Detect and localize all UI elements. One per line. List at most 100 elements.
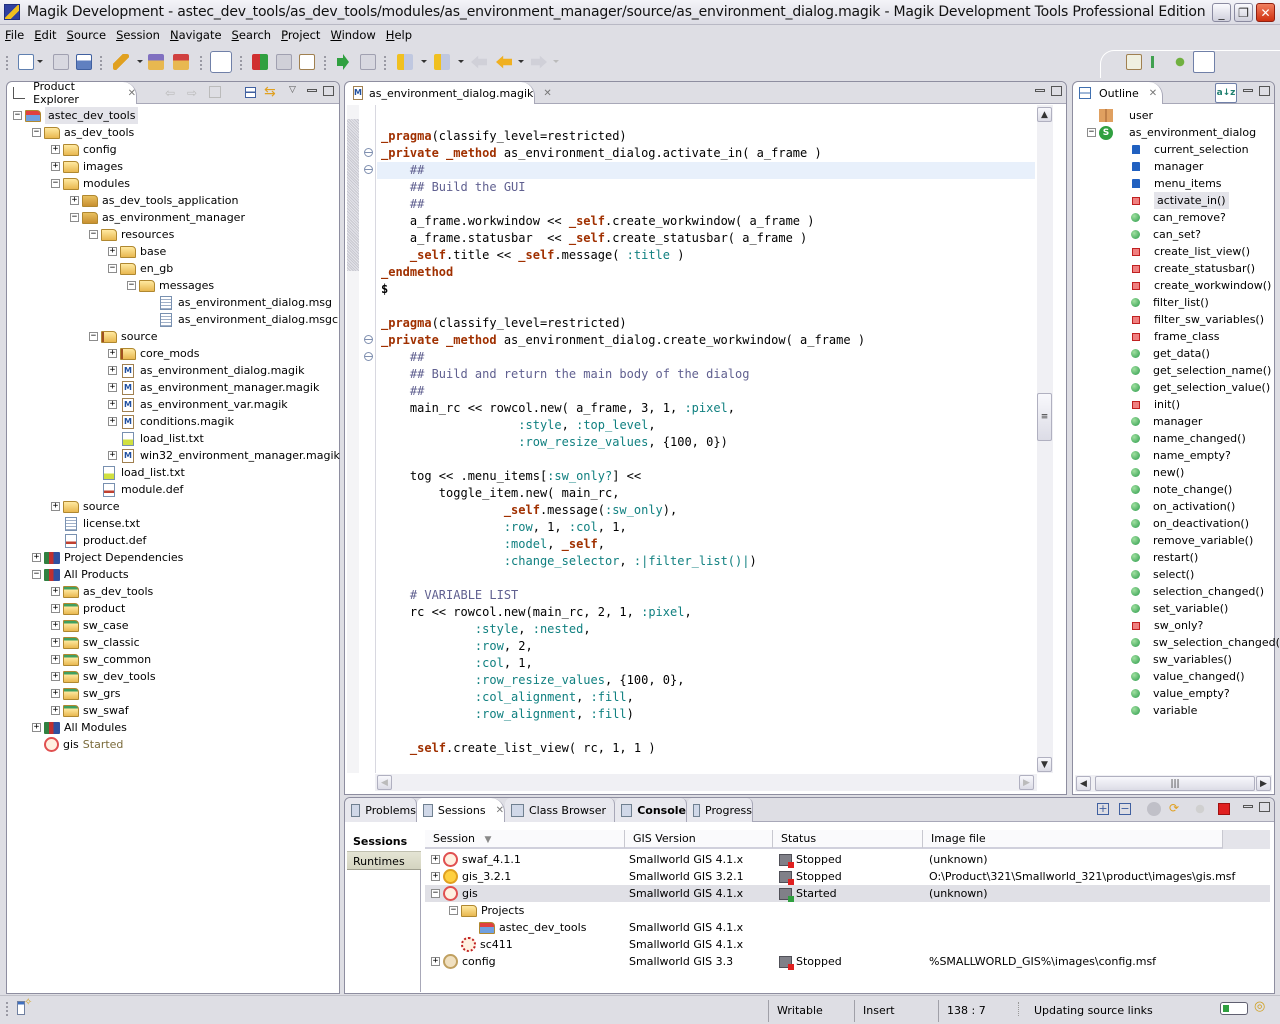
expand-icon[interactable]: + bbox=[108, 366, 117, 375]
expand-icon[interactable]: + bbox=[70, 196, 79, 205]
column-header-gis-version[interactable]: GIS Version bbox=[625, 830, 773, 848]
open-element-dropdown-icon[interactable] bbox=[137, 60, 143, 63]
tree-item[interactable]: as_environment_dialog.msg bbox=[146, 294, 332, 311]
tree-item[interactable]: + sw_case bbox=[51, 617, 129, 634]
collapse-icon[interactable]: − bbox=[89, 332, 98, 341]
expand-all-icon[interactable]: + bbox=[1097, 803, 1109, 815]
tree-item[interactable]: + core_mods bbox=[108, 345, 200, 362]
expand-icon[interactable]: + bbox=[108, 417, 117, 426]
menu-help[interactable]: Help bbox=[381, 28, 417, 42]
expand-icon[interactable]: + bbox=[431, 855, 440, 864]
menu-window[interactable]: Window bbox=[325, 28, 380, 42]
collapse-icon[interactable]: − bbox=[32, 128, 41, 137]
session-row[interactable]: sc411 Smallworld GIS 4.1.x bbox=[425, 936, 1270, 953]
tree-item[interactable]: − messages bbox=[127, 277, 214, 294]
tab-progress[interactable]: Progress bbox=[687, 798, 753, 822]
outline-item[interactable]: on_deactivation() bbox=[1131, 515, 1249, 532]
expand-icon[interactable]: + bbox=[51, 706, 60, 715]
tree-item[interactable]: − resources bbox=[89, 226, 174, 243]
outline-item[interactable]: can_set? bbox=[1131, 226, 1201, 243]
tree-item[interactable]: − as_dev_tools bbox=[32, 124, 134, 141]
open-perspective-icon[interactable] bbox=[1126, 54, 1142, 70]
outline-item[interactable]: frame_class bbox=[1131, 328, 1219, 345]
forward-icon[interactable]: ⇨ bbox=[187, 86, 197, 100]
outline-item[interactable]: menu_items bbox=[1131, 175, 1222, 192]
close-view-icon[interactable]: ✕ bbox=[496, 805, 504, 816]
collapse-icon[interactable]: − bbox=[108, 264, 117, 273]
outline-hscrollbar[interactable]: ◀ ||| ▶ bbox=[1075, 775, 1272, 792]
outline-item[interactable]: user bbox=[1087, 107, 1153, 124]
outline-item[interactable]: note_change() bbox=[1131, 481, 1232, 498]
run-module-icon[interactable] bbox=[252, 54, 268, 70]
expand-icon[interactable]: + bbox=[108, 451, 117, 460]
tree-item[interactable]: + product bbox=[51, 600, 125, 617]
maximize-view-icon[interactable] bbox=[1259, 86, 1270, 96]
tree-item[interactable]: + as_dev_tools_application bbox=[70, 192, 238, 209]
menu-source[interactable]: Source bbox=[62, 28, 112, 42]
menu-session[interactable]: Session bbox=[111, 28, 165, 42]
collapse-icon[interactable]: − bbox=[32, 570, 41, 579]
minimize-view-icon[interactable] bbox=[307, 89, 317, 92]
collapse-all-icon[interactable] bbox=[245, 87, 256, 98]
toggle-mark-occurrences-icon[interactable] bbox=[210, 51, 232, 73]
tree-item[interactable]: + sw_grs bbox=[51, 685, 120, 702]
open-session-icon[interactable] bbox=[148, 54, 164, 70]
start-session-icon[interactable] bbox=[1147, 802, 1161, 816]
save-icon[interactable] bbox=[53, 54, 69, 70]
restore-button[interactable]: ❐ bbox=[1234, 3, 1253, 22]
column-header-session[interactable]: Session ▼ bbox=[425, 830, 625, 848]
open-element-icon[interactable] bbox=[113, 54, 129, 70]
scroll-thumb[interactable]: ||| bbox=[1095, 776, 1255, 791]
expand-icon[interactable]: + bbox=[32, 723, 41, 732]
minimize-view-icon[interactable] bbox=[1243, 89, 1253, 92]
expand-icon[interactable]: + bbox=[51, 621, 60, 630]
previous-annotation-icon[interactable] bbox=[434, 54, 450, 70]
refresh-icon[interactable]: ⟳ bbox=[1169, 801, 1179, 815]
close-button[interactable]: ✕ bbox=[1256, 3, 1275, 22]
menu-search[interactable]: Search bbox=[227, 28, 277, 42]
outline-item[interactable]: create_list_view() bbox=[1131, 243, 1250, 260]
progress-view-icon[interactable]: ◎ bbox=[1254, 999, 1265, 1014]
load-magik-icon[interactable] bbox=[299, 54, 315, 70]
expand-icon[interactable]: + bbox=[51, 162, 60, 171]
outline-item[interactable]: create_statusbar() bbox=[1131, 260, 1255, 277]
outline-item[interactable]: sw_only? bbox=[1131, 617, 1203, 634]
tree-item[interactable]: product.def bbox=[51, 532, 146, 549]
back-dropdown-icon[interactable] bbox=[518, 60, 524, 63]
collapse-icon[interactable]: − bbox=[1087, 128, 1096, 137]
outline-item[interactable]: get_selection_value() bbox=[1131, 379, 1270, 396]
outline-item[interactable]: activate_in() bbox=[1131, 192, 1229, 209]
tab-class-browser[interactable]: Class Browser bbox=[505, 798, 615, 822]
new-dropdown-icon[interactable] bbox=[37, 60, 43, 63]
tree-item[interactable]: − en_gb bbox=[108, 260, 173, 277]
maximize-editor-icon[interactable] bbox=[1051, 86, 1062, 96]
column-header-status[interactable]: Status bbox=[773, 830, 923, 848]
tab-problems[interactable]: Problems bbox=[345, 798, 417, 822]
tab-product-explorer[interactable]: Product Explorer ✕ bbox=[7, 80, 137, 106]
sort-button[interactable]: a↓z bbox=[1215, 83, 1237, 103]
editor-hscrollbar[interactable]: ◀ ▶ bbox=[375, 774, 1037, 791]
minimize-view-icon[interactable] bbox=[1243, 805, 1253, 808]
tree-item[interactable]: + base bbox=[108, 243, 166, 260]
collapse-icon[interactable]: − bbox=[89, 230, 98, 239]
close-view-icon[interactable]: ✕ bbox=[1149, 88, 1157, 99]
tab-sessions[interactable]: Sessions ✕ bbox=[417, 798, 505, 822]
tree-item[interactable]: + Mwin32_environment_manager.magik bbox=[108, 447, 340, 464]
session-row[interactable]: + swaf_4.1.1 Smallworld GIS 4.1.x Stopped (u… bbox=[425, 851, 1270, 868]
menu-navigate[interactable]: Navigate bbox=[165, 28, 227, 42]
tree-item[interactable]: + Mconditions.magik bbox=[108, 413, 234, 430]
maximize-view-icon[interactable] bbox=[323, 86, 334, 96]
scroll-down-button[interactable]: ▼ bbox=[1037, 757, 1052, 772]
outline-item[interactable]: init() bbox=[1131, 396, 1180, 413]
outline-item[interactable]: name_changed() bbox=[1131, 430, 1246, 447]
session-row[interactable]: + config Smallworld GIS 3.3 Stopped %SMALLWO… bbox=[425, 953, 1270, 970]
outline-item[interactable]: current_selection bbox=[1131, 141, 1249, 158]
maximize-view-icon[interactable] bbox=[1259, 802, 1270, 812]
code-editor[interactable]: _pragma(classify_level=restricted) _priva… bbox=[345, 105, 1035, 773]
expand-icon[interactable]: + bbox=[32, 553, 41, 562]
minimize-button[interactable]: _ bbox=[1212, 3, 1231, 22]
tree-item[interactable]: + Mas_environment_manager.magik bbox=[108, 379, 319, 396]
collapse-icon[interactable]: − bbox=[70, 213, 79, 222]
expand-icon[interactable]: + bbox=[51, 638, 60, 647]
tab-outline[interactable]: Outline ✕ bbox=[1073, 82, 1163, 104]
